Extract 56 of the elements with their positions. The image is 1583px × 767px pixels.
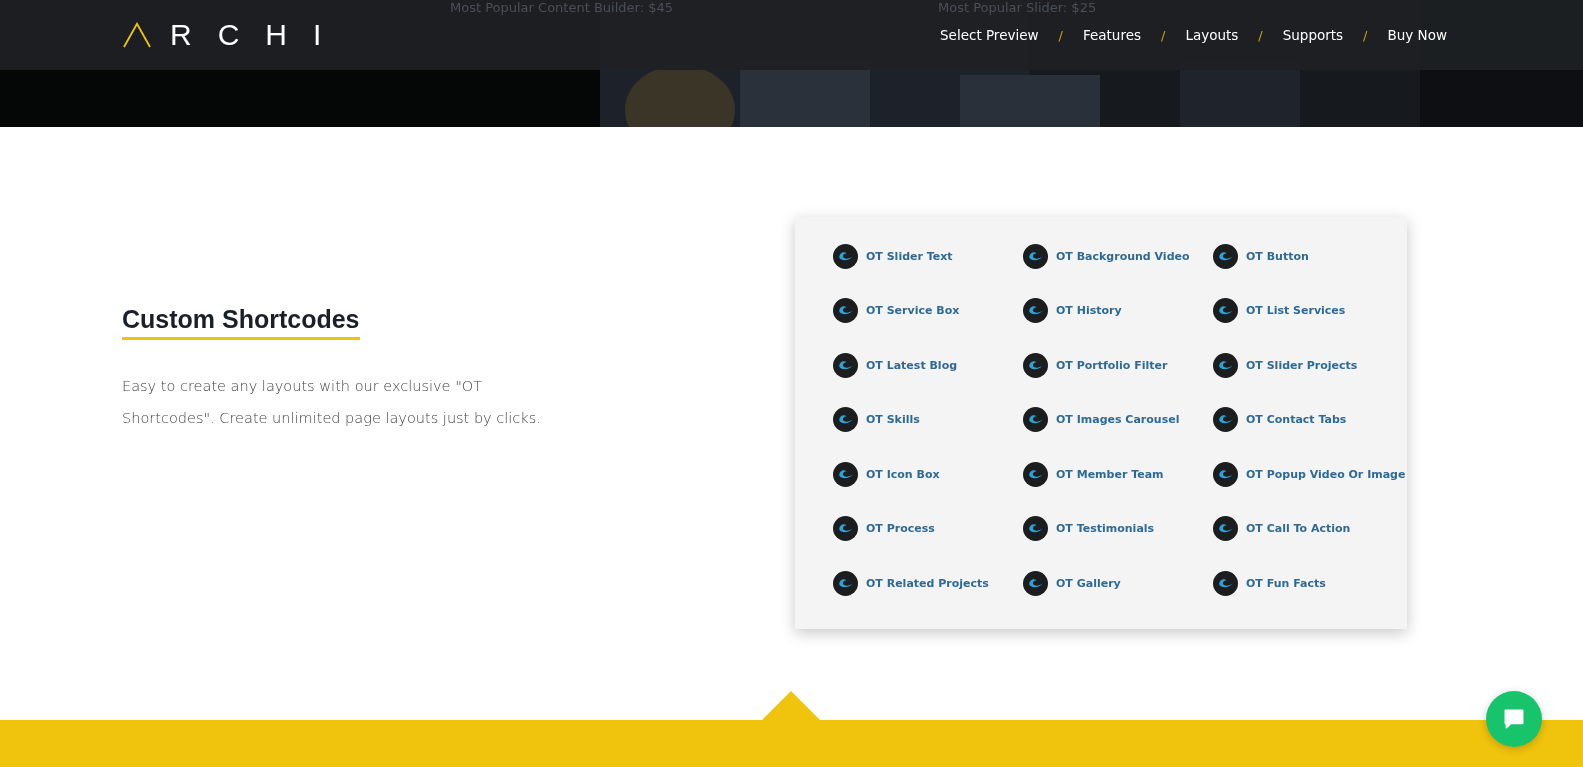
shortcode-link[interactable]: OT Portfolio Filter [1056,358,1168,372]
wave-icon [1023,243,1048,269]
wave-icon [1213,352,1238,378]
logo-icon [122,22,152,48]
wave-icon [1023,298,1048,324]
nav-link[interactable]: Features [1082,27,1141,43]
wave-icon [1023,570,1048,596]
shortcode-link[interactable]: OT Popup Video Or Image [1246,467,1406,481]
shortcode-link[interactable]: OT Background Video [1056,249,1190,263]
shortcode-link[interactable]: OT Member Team [1056,467,1164,481]
shortcode-link[interactable]: OT Testimonials [1056,522,1155,536]
wave-icon [1213,516,1238,542]
shortcode-link[interactable]: OT Latest Blog [866,358,958,372]
shortcode-link[interactable]: OT Process [866,522,935,536]
wave-icon [833,407,858,433]
wave-icon [1023,461,1048,487]
shortcode-link[interactable]: OT Button [1246,249,1309,263]
nav-separator: / [1058,27,1063,43]
shortcode-link[interactable]: OT Images Carousel [1056,413,1180,427]
section-title: Custom Shortcodes [122,305,360,340]
chat-button[interactable] [1486,691,1542,747]
shortcode-link[interactable]: OT Slider Text [866,249,953,263]
nav-separator: / [1258,27,1263,43]
nav-link[interactable]: Layouts [1185,27,1239,43]
section-description: Easy to create any layouts with our exclusive "OT Shortcodes". Create unlimited page layouts just by clicks. [122,377,542,428]
wave-icon [833,243,858,269]
wave-icon [1023,407,1048,433]
nav-separator: / [1161,27,1166,43]
wave-icon [833,352,858,378]
wave-icon [833,298,858,324]
shortcode-link[interactable]: OT History [1056,304,1122,318]
shortcode-link[interactable]: OT Contact Tabs [1246,413,1347,427]
shortcode-link[interactable]: OT Gallery [1056,576,1121,590]
shortcode-link[interactable]: OT Related Projects [866,576,989,590]
shortcode-link[interactable]: OT Fun Facts [1246,576,1326,590]
shortcode-link[interactable]: OT Call To Action [1246,522,1351,536]
nav-link[interactable]: Supports [1282,27,1344,43]
shortcode-link[interactable]: OT List Services [1246,304,1346,318]
wave-icon [1213,407,1238,433]
logo-text: RCHI [170,18,348,52]
wave-icon [833,570,858,596]
nav-link[interactable]: Select Preview [940,27,1039,43]
nav-link[interactable]: Buy Now [1387,27,1447,43]
wave-icon [1023,516,1048,542]
wave-icon [1213,461,1238,487]
shortcode-link[interactable]: OT Icon Box [866,467,940,481]
shortcode-link[interactable]: OT Service Box [866,304,960,318]
wave-icon [1023,352,1048,378]
shortcode-link[interactable]: OT Skills [866,413,920,427]
wave-icon [833,516,858,542]
wave-icon [1213,243,1238,269]
nav-separator: / [1363,27,1368,43]
wave-icon [833,461,858,487]
wave-icon [1213,298,1238,324]
shortcode-link[interactable]: OT Slider Projects [1246,358,1358,372]
wave-icon [1213,570,1238,596]
